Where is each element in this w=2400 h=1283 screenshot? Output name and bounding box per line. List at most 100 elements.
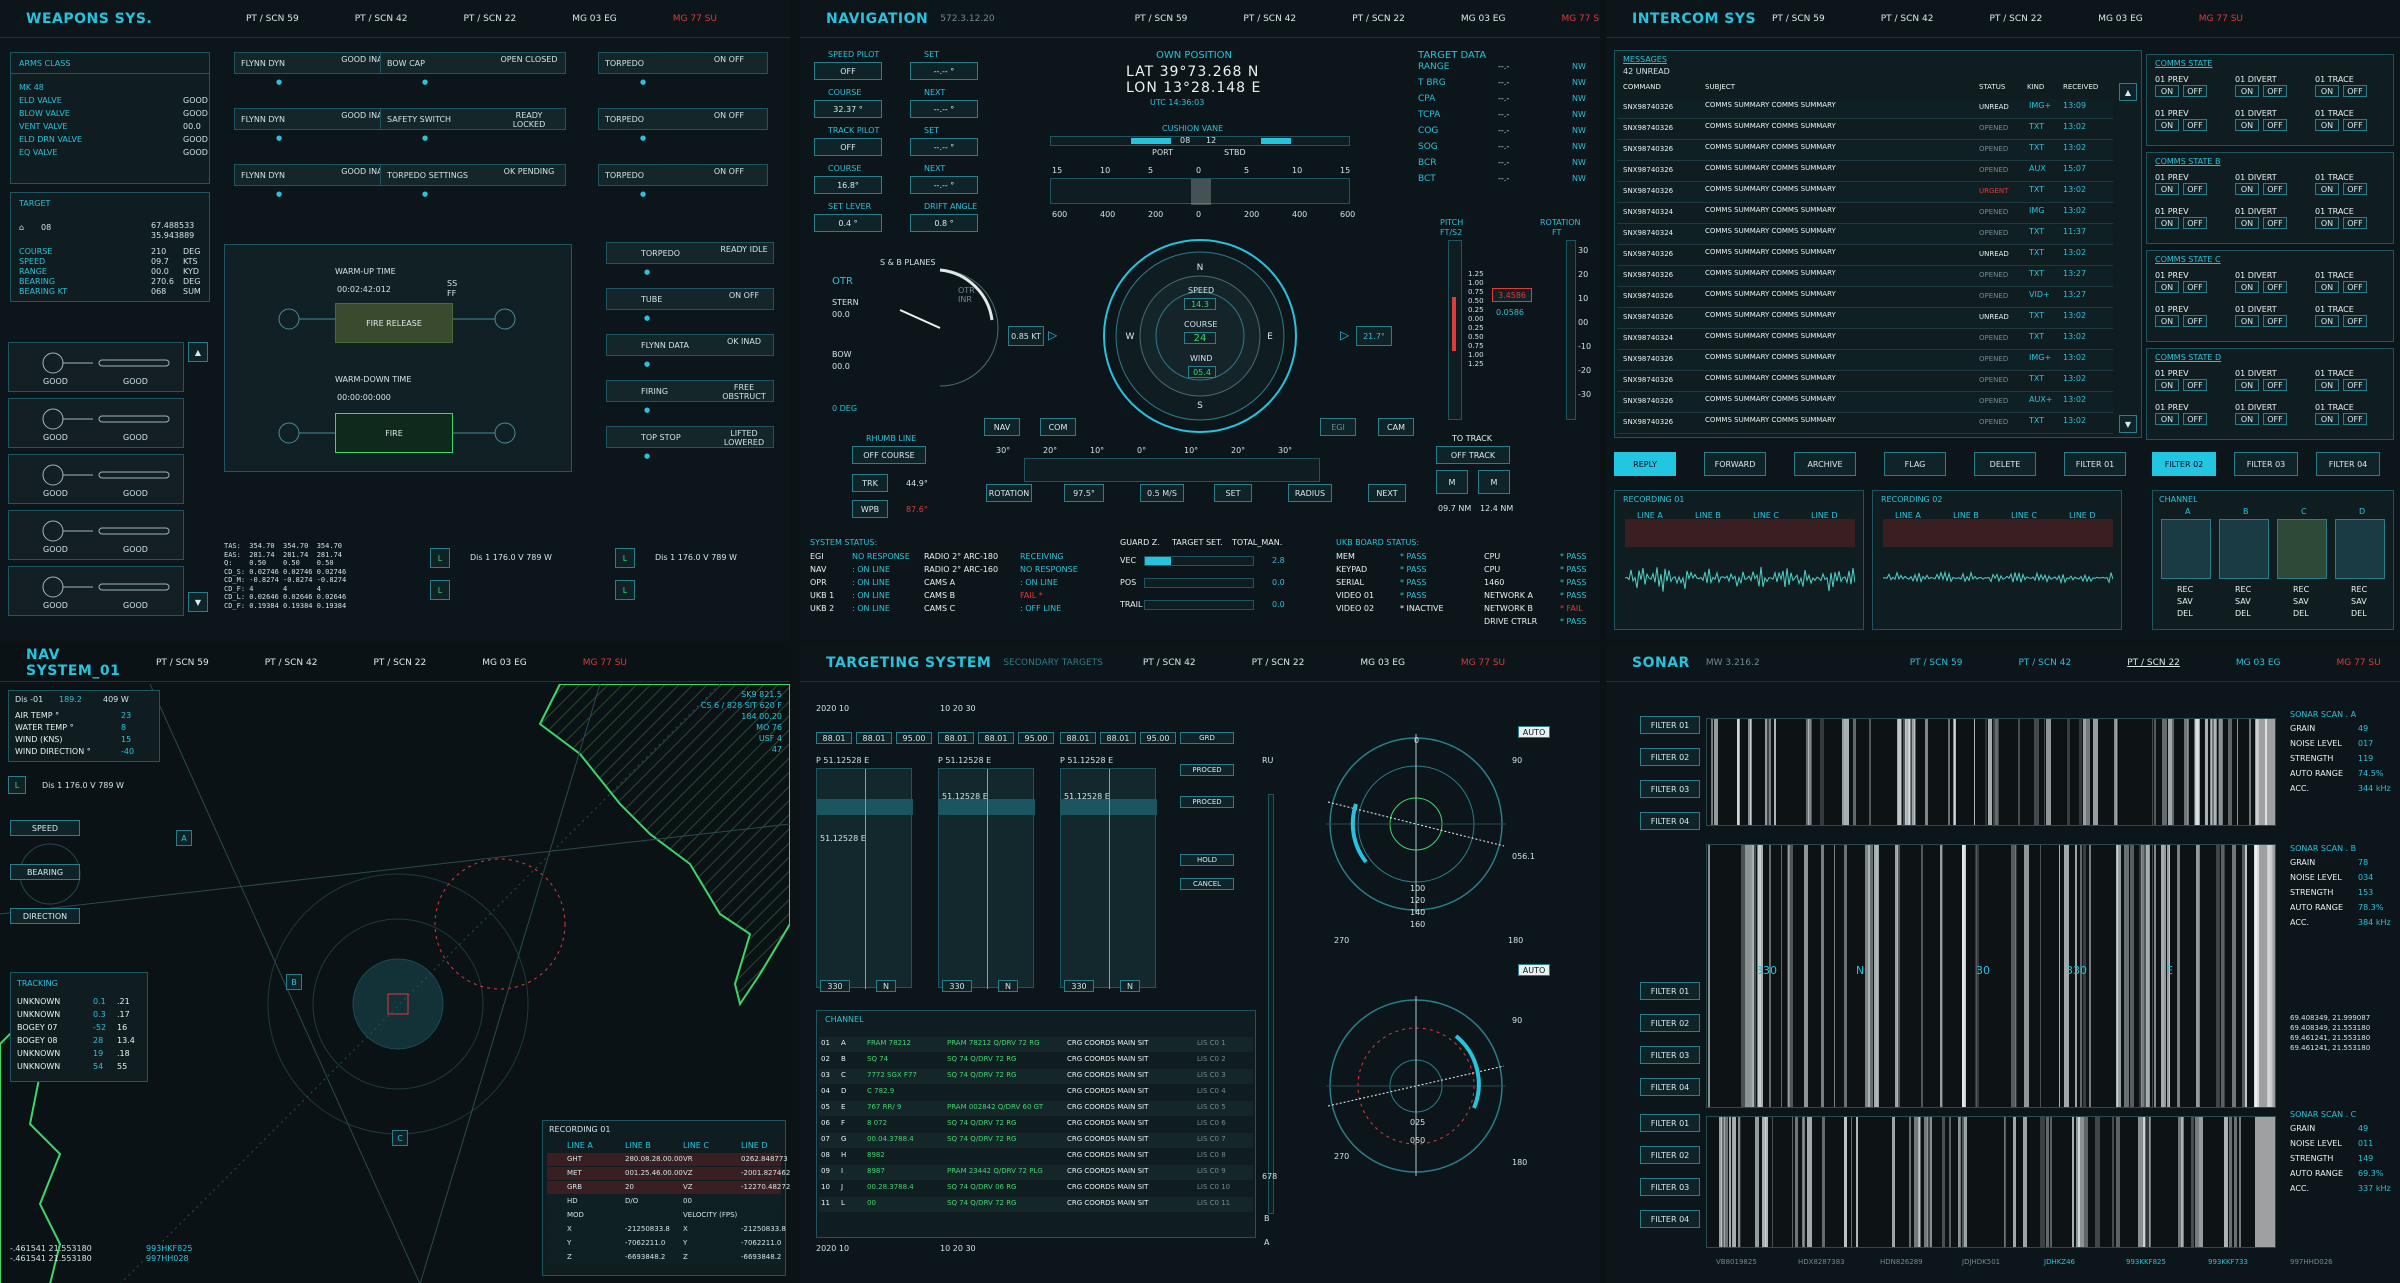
comm-off-button[interactable]: OFF [2183,119,2207,131]
comm-off-button[interactable]: OFF [2263,217,2287,229]
off-course-button[interactable]: OFF COURSE [852,446,926,464]
action-reply-button[interactable]: REPLY [1614,452,1676,476]
comm-on-button[interactable]: ON [2155,379,2179,391]
sonar-filter-a-button[interactable]: FILTER 01 [1640,716,1700,734]
tg-column[interactable] [816,768,912,988]
ic-tab-mg77[interactable]: MG 77 SU [2199,14,2243,24]
next-b-button[interactable]: NEXT [1368,484,1406,502]
status-box[interactable]: TORPEDO ON OFF [598,164,768,186]
comm-on-button[interactable]: ON [2235,85,2259,97]
tg-tab-mg03[interactable]: MG 03 EG [1360,658,1405,668]
comm-on-button[interactable]: ON [2155,85,2179,97]
direction-button[interactable]: DIRECTION [10,908,80,924]
com-button[interactable]: COM [1040,418,1076,436]
msg-row[interactable]: SNX98740326 COMMS SUMMARY COMMS SUMMARY UN… [1617,309,2113,329]
comm-on-button[interactable]: ON [2315,281,2339,293]
rotation-b-button[interactable]: ROTATION [986,484,1032,502]
comm-off-button[interactable]: OFF [2263,119,2287,131]
good-row[interactable]: GOOD GOOD [8,398,184,448]
sn-tab-scn59[interactable]: PT / SCN 59 [1910,658,1963,668]
sonar-filter-a-button[interactable]: FILTER 03 [1640,780,1700,798]
comm-off-button[interactable]: OFF [2343,183,2367,195]
msg-row[interactable]: SNX98740326 COMMS SUMMARY COMMS SUMMARY UN… [1617,99,2113,119]
tab-mg77[interactable]: MG 77 SU [673,14,717,24]
ns-tab-mg03[interactable]: MG 03 EG [482,658,527,668]
nav-tab-scn59[interactable]: PT / SCN 59 [1135,14,1188,24]
comm-on-button[interactable]: ON [2315,119,2339,131]
nav-field-value[interactable]: --.-- ° [910,138,978,156]
nav-button[interactable]: NAV [984,418,1020,436]
tab-mg03[interactable]: MG 03 EG [572,14,617,24]
comm-off-button[interactable]: OFF [2263,281,2287,293]
ic-tab-scn42[interactable]: PT / SCN 42 [1881,14,1934,24]
speed-button[interactable]: SPEED [10,820,80,836]
ic-tab-scn59[interactable]: PT / SCN 59 [1772,14,1825,24]
tg-column[interactable] [1060,768,1156,988]
msg-scroll-down[interactable]: ▼ [2119,415,2137,433]
comm-on-button[interactable]: ON [2235,315,2259,327]
scroll-down-button[interactable]: ▼ [188,592,208,612]
tab-scn22[interactable]: PT / SCN 22 [463,14,516,24]
secondary-targets[interactable]: SECONDARY TARGETS [1003,658,1103,668]
nav-field-value[interactable]: 0.4 ° [814,214,882,232]
l-toggle-map[interactable]: L [8,776,26,794]
comm-on-button[interactable]: ON [2235,281,2259,293]
msg-row[interactable]: SNX98740326 COMMS SUMMARY COMMS SUMMARY OP… [1617,372,2113,392]
right-list-item[interactable]: FLYNN DATA OK INAD [606,334,774,356]
comm-on-button[interactable]: ON [2315,315,2339,327]
comm-off-button[interactable]: OFF [2343,281,2367,293]
msg-row[interactable]: SNX98740326 COMMS SUMMARY COMMS SUMMARY OP… [1617,162,2113,182]
comm-on-button[interactable]: ON [2235,379,2259,391]
tg-opt-button[interactable]: GRD [1180,732,1234,744]
msg-row[interactable]: SNX98740324 COMMS SUMMARY COMMS SUMMARY OP… [1617,204,2113,224]
tg-tab-mg77[interactable]: MG 77 SU [1461,658,1505,668]
nav-field-value[interactable]: --.-- ° [910,62,978,80]
l-toggle-4[interactable]: L [615,580,635,600]
l-toggle-1[interactable]: L [430,548,450,568]
comm-on-button[interactable]: ON [2155,281,2179,293]
ic-tab-mg03[interactable]: MG 03 EG [2098,14,2143,24]
msg-row[interactable]: SNX98740324 COMMS SUMMARY COMMS SUMMARY OP… [1617,225,2113,245]
comm-on-button[interactable]: ON [2235,413,2259,425]
action-filter-04-button[interactable]: FILTER 04 [2316,452,2380,476]
nav-field-value[interactable]: OFF [814,62,882,80]
msg-row[interactable]: SNX98740326 COMMS SUMMARY COMMS SUMMARY UN… [1617,246,2113,266]
tg-opt-button[interactable]: PROCED [1180,764,1234,776]
msg-row[interactable]: SNX98740326 COMMS SUMMARY COMMS SUMMARY OP… [1617,120,2113,140]
l-toggle-2[interactable]: L [430,580,450,600]
comm-off-button[interactable]: OFF [2343,315,2367,327]
nav-tab-scn42[interactable]: PT / SCN 42 [1243,14,1296,24]
auto-badge-1[interactable]: AUTO [1518,726,1550,738]
comm-off-button[interactable]: OFF [2183,183,2207,195]
nav-field-value[interactable]: 16.8° [814,176,882,194]
good-row[interactable]: GOOD GOOD [8,342,184,392]
comm-on-button[interactable]: ON [2235,183,2259,195]
nav-field-value[interactable]: 0.8 ° [910,214,978,232]
tg-column[interactable] [938,768,1034,988]
trk-button[interactable]: TRK [852,474,888,492]
radius-button[interactable]: RADIUS [1288,484,1332,502]
comm-off-button[interactable]: OFF [2183,217,2207,229]
comm-off-button[interactable]: OFF [2343,119,2367,131]
map-mark[interactable]: B [286,974,302,990]
status-box[interactable]: FLYNN DYN GOOD INAD [234,164,404,186]
comm-off-button[interactable]: OFF [2183,315,2207,327]
comm-off-button[interactable]: OFF [2263,183,2287,195]
comm-on-button[interactable]: ON [2155,183,2179,195]
nav-field-value[interactable]: --.-- ° [910,176,978,194]
good-row[interactable]: GOOD GOOD [8,566,184,616]
comm-on-button[interactable]: ON [2315,217,2339,229]
sn-tab-mg77[interactable]: MG 77 SU [2337,658,2381,668]
tg-opt-button[interactable]: HOLD [1180,854,1234,866]
sn-tab-scn22[interactable]: PT / SCN 22 [2127,658,2180,668]
comm-on-button[interactable]: ON [2315,85,2339,97]
ns-tab-scn42[interactable]: PT / SCN 42 [265,658,318,668]
sonar-filter-a-button[interactable]: FILTER 04 [1640,812,1700,830]
comm-off-button[interactable]: OFF [2183,85,2207,97]
status-box[interactable]: FLYNN DYN GOOD INAD [234,52,404,74]
comm-on-button[interactable]: ON [2315,413,2339,425]
action-delete-button[interactable]: DELETE [1974,452,2036,476]
right-list-item[interactable]: TOP STOP LIFTED LOWERED [606,426,774,448]
wpb-button[interactable]: WPB [852,500,888,518]
comm-off-button[interactable]: OFF [2183,379,2207,391]
